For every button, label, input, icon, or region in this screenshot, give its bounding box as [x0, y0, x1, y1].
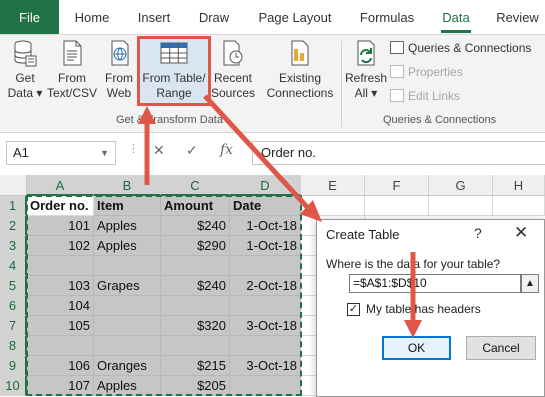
cell-g1[interactable]: [429, 196, 493, 216]
table-range-input[interactable]: =$A$1:$D$10: [349, 274, 521, 293]
tab-page-layout[interactable]: Page Layout: [250, 0, 340, 34]
table-icon: [159, 39, 189, 67]
get-data-label-1: Get: [15, 71, 35, 85]
existing-connections-button[interactable]: Existing Connections: [262, 39, 338, 101]
row-header-2[interactable]: 2: [0, 216, 27, 236]
column-header-f[interactable]: F: [365, 175, 429, 196]
row-header-9[interactable]: 9: [0, 356, 27, 376]
clock-file-icon: [220, 39, 246, 67]
text-file-icon: [59, 39, 85, 67]
row-header-3[interactable]: 3: [0, 236, 27, 256]
ribbon-separator: [341, 41, 342, 127]
tab-data-label: Data: [442, 10, 470, 25]
edit-links-icon: [390, 89, 404, 102]
column-header-c[interactable]: C: [161, 175, 230, 196]
globe-icon: [106, 39, 132, 67]
properties-icon: [390, 65, 404, 78]
tab-home[interactable]: Home: [67, 0, 117, 34]
queries-connections-button[interactable]: Queries & Connections: [390, 41, 531, 55]
row-header-6[interactable]: 6: [0, 296, 27, 316]
row-header-10[interactable]: 10: [0, 376, 27, 396]
ok-button[interactable]: OK: [382, 336, 451, 360]
tab-insert[interactable]: Insert: [128, 0, 180, 34]
group-label-get-transform: Get & Transform Data: [116, 114, 223, 126]
row-header-4[interactable]: 4: [0, 256, 27, 276]
tab-review[interactable]: Review: [490, 0, 545, 34]
tab-file[interactable]: File: [0, 0, 59, 34]
from-table-range-label-2: Range: [156, 86, 192, 100]
column-header-a[interactable]: A: [27, 175, 94, 196]
refresh-all-button[interactable]: Refresh All ▾: [344, 39, 388, 101]
collapse-dialog-icon[interactable]: ▲: [521, 274, 539, 293]
has-headers-label[interactable]: My table has headers: [366, 302, 481, 316]
has-headers-checkbox[interactable]: ✓: [347, 303, 360, 316]
group-label-queries: Queries & Connections: [383, 114, 497, 126]
close-icon[interactable]: ✕: [514, 223, 528, 243]
column-header-g[interactable]: G: [429, 175, 493, 196]
from-web-label-2: Web: [106, 86, 132, 100]
from-table-range-button[interactable]: From Table/ Range: [140, 39, 208, 101]
select-all-corner[interactable]: [0, 175, 27, 196]
from-text-csv-label-2: Text/CSV: [47, 86, 98, 100]
recent-sources-label-1: Recent: [213, 71, 253, 85]
from-web-button[interactable]: From Web: [101, 39, 137, 101]
tab-draw[interactable]: Draw: [192, 0, 236, 34]
active-tab-underline: [441, 30, 471, 33]
dialog-title: Create Table: [326, 227, 400, 242]
name-box[interactable]: A1 ▼: [6, 141, 116, 165]
queries-connections-label: Queries & Connections: [408, 41, 532, 55]
recent-sources-button[interactable]: Recent Sources: [210, 39, 256, 101]
existing-connections-label-1: Existing: [278, 71, 322, 85]
edit-links-button[interactable]: Edit Links: [390, 89, 460, 103]
row-header-8[interactable]: 8: [0, 336, 27, 356]
column-header-e[interactable]: E: [301, 175, 365, 196]
range-question-label: Where is the data for your table?: [326, 257, 501, 271]
row-header-5[interactable]: 5: [0, 276, 27, 296]
from-text-csv-button[interactable]: From Text/CSV: [47, 39, 97, 101]
cancel-entry-icon[interactable]: ✕: [153, 142, 165, 159]
ribbon-tab-strip: File Home Insert Draw Page Layout Formul…: [0, 0, 545, 34]
get-data-label-2: Data ▾: [7, 86, 43, 100]
enter-entry-icon[interactable]: ✓: [186, 142, 198, 159]
recent-sources-label-2: Sources: [210, 86, 256, 100]
formula-bar-divider-dots: ⋮: [128, 143, 139, 155]
formula-input[interactable]: Order no.: [252, 141, 545, 165]
row-header-1[interactable]: 1: [0, 196, 27, 216]
refresh-icon: [353, 39, 379, 67]
selection-marquee: [26, 195, 302, 396]
column-header-d[interactable]: D: [230, 175, 301, 196]
properties-label: Properties: [408, 65, 463, 79]
name-box-value: A1: [13, 145, 29, 160]
from-web-label-1: From: [105, 71, 133, 85]
create-table-dialog: Create Table ? ✕ Where is the data for y…: [316, 219, 545, 397]
database-icon: [12, 39, 38, 67]
row-header-7[interactable]: 7: [0, 316, 27, 336]
cell-e1[interactable]: [301, 196, 365, 216]
cell-h1[interactable]: [493, 196, 545, 216]
cancel-button[interactable]: Cancel: [466, 336, 536, 360]
queries-icon: [390, 41, 404, 54]
column-header-h[interactable]: H: [493, 175, 545, 196]
connections-file-icon: [287, 39, 313, 67]
from-text-csv-label-1: From: [58, 71, 86, 85]
formula-bar: A1 ▼ ⋮ ✕ ✓ fx Order no.: [0, 133, 545, 175]
tab-formulas[interactable]: Formulas: [351, 0, 423, 34]
refresh-all-label-2: All ▾: [354, 86, 378, 100]
column-header-b[interactable]: B: [94, 175, 161, 196]
tab-data[interactable]: Data: [434, 0, 478, 34]
insert-function-icon[interactable]: fx: [220, 142, 233, 158]
refresh-all-label-1: Refresh: [344, 71, 388, 85]
get-data-button[interactable]: Get Data ▾: [6, 39, 44, 101]
from-table-range-label-1: From Table/: [142, 71, 206, 85]
help-icon[interactable]: ?: [474, 225, 482, 241]
ribbon: Get Data ▾ From Text/CSV From Web From T…: [0, 34, 545, 133]
name-box-dropdown-icon[interactable]: ▼: [100, 142, 109, 164]
cell-f1[interactable]: [365, 196, 429, 216]
properties-button[interactable]: Properties: [390, 65, 463, 79]
edit-links-label: Edit Links: [408, 89, 461, 103]
existing-connections-label-2: Connections: [266, 86, 334, 100]
